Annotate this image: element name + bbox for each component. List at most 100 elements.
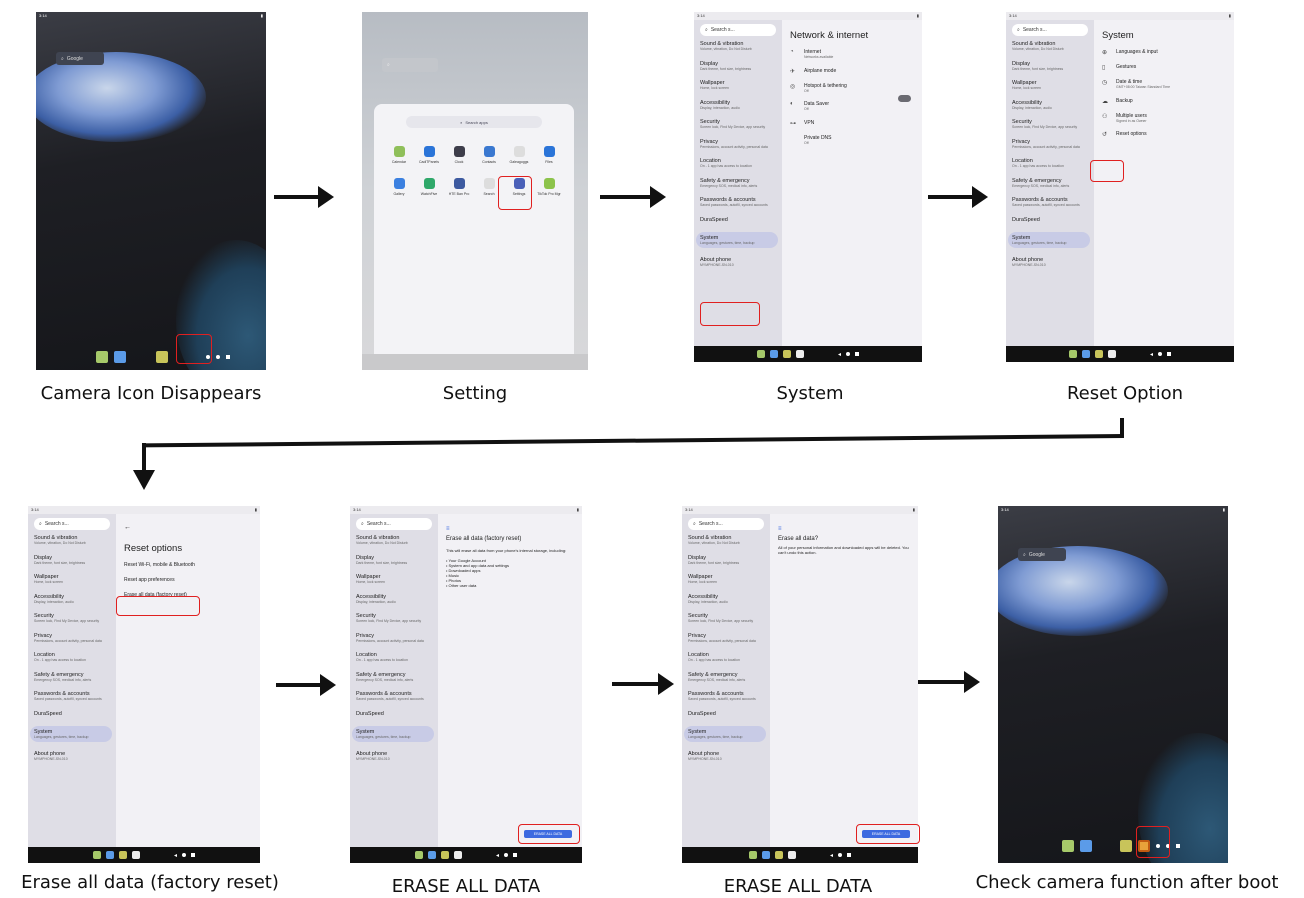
dock-app-icon[interactable] xyxy=(787,851,796,859)
sidebar-item[interactable]: Safety & emergency Emergency SOS, medical… xyxy=(700,178,776,189)
sidebar-item[interactable]: Privacy Permissions, account activity, pe… xyxy=(1012,139,1088,150)
dock-app-icon[interactable] xyxy=(427,851,436,859)
sidebar-item[interactable]: System Languages, gestures, time, backup xyxy=(1008,231,1090,248)
calendar-app-icon[interactable] xyxy=(1062,840,1074,852)
app-tile[interactable]: Clock xyxy=(444,146,474,164)
sidebar-item[interactable]: Accessibility Display, interaction, audio xyxy=(700,100,776,111)
google-search-bar[interactable]: ⌕ Google xyxy=(56,52,104,65)
app-tile[interactable]: Gallery xyxy=(384,178,414,196)
dock-app-icon[interactable] xyxy=(131,851,140,859)
nav-home-icon[interactable] xyxy=(838,853,842,857)
nav-recents-icon[interactable] xyxy=(847,853,851,857)
sidebar-item[interactable]: Sound & vibration Volume, vibration, Do N… xyxy=(688,535,764,546)
sidebar-item[interactable]: Accessibility Display, interaction, audio xyxy=(34,594,110,605)
dock-app-icon[interactable] xyxy=(453,851,462,859)
reset-option-row[interactable]: Reset Wi-Fi, mobile & Bluetooth xyxy=(124,562,252,568)
sidebar-item[interactable]: DuraSpeed xyxy=(700,217,776,223)
sidebar-item[interactable]: Security Screen lock, Find My Device, app… xyxy=(356,613,432,624)
dock-app-icon[interactable] xyxy=(1107,350,1116,358)
sidebar-item[interactable]: DuraSpeed xyxy=(356,711,432,717)
sidebar-item[interactable]: Display Dark theme, font size, brightness xyxy=(688,555,764,566)
nav-home-icon[interactable] xyxy=(1158,352,1162,356)
nav-recents-icon[interactable] xyxy=(855,352,859,356)
sidebar-item[interactable]: Display Dark theme, font size, brightness xyxy=(1012,61,1088,72)
sidebar-item[interactable]: Safety & emergency Emergency SOS, medical… xyxy=(688,672,764,683)
sidebar-item[interactable]: Location On - 1 app has access to locatio… xyxy=(34,652,110,663)
sidebar-item[interactable]: Safety & emergency Emergency SOS, medical… xyxy=(356,672,432,683)
app-tile[interactable]: Calendar xyxy=(384,146,414,164)
settings-row[interactable]: ◔ Internet Networks available xyxy=(790,49,914,60)
sidebar-item[interactable]: Wallpaper Home, lock screen xyxy=(356,574,432,585)
settings-search-field[interactable]: ⌕ Search s... xyxy=(700,24,776,36)
settings-search-field[interactable]: ⌕ Search s... xyxy=(34,518,110,530)
settings-row[interactable]: ▯ Gestures xyxy=(1102,64,1226,71)
settings-app-icon[interactable] xyxy=(156,351,168,363)
nav-home-icon[interactable] xyxy=(846,352,850,356)
nav-recents-icon[interactable] xyxy=(1176,844,1180,848)
airplane-toggle[interactable] xyxy=(898,95,911,102)
sidebar-item[interactable]: Passwords & accounts Saved passwords, aut… xyxy=(688,691,764,702)
nav-recents-icon[interactable] xyxy=(191,853,195,857)
google-search-bar[interactable]: ⌕ Google xyxy=(1018,548,1066,561)
nav-recents-icon[interactable] xyxy=(513,853,517,857)
sidebar-item[interactable]: System Languages, gestures, time, backup xyxy=(696,231,778,248)
nav-back-icon[interactable]: ◂ xyxy=(830,852,833,859)
app-tile[interactable]: Galeagoggs xyxy=(504,146,534,164)
gallery-app-icon[interactable] xyxy=(114,351,126,363)
sidebar-item[interactable]: About phone MYMPHONE-SN-010 xyxy=(1012,257,1088,268)
sidebar-item[interactable]: System Languages, gestures, time, backup xyxy=(30,725,112,742)
sidebar-item[interactable]: Display Dark theme, font size, brightness xyxy=(34,555,110,566)
dock-app-icon[interactable] xyxy=(774,851,783,859)
settings-row[interactable]: Private DNS Off xyxy=(790,135,914,146)
dock-app-icon[interactable] xyxy=(769,350,778,358)
sidebar-item[interactable]: About phone MYMPHONE-SN-010 xyxy=(688,751,764,762)
app-tile[interactable]: CadiTPanels xyxy=(414,146,444,164)
dock-app-icon[interactable] xyxy=(118,851,127,859)
sidebar-item[interactable]: System Languages, gestures, time, backup xyxy=(352,725,434,742)
sidebar-item[interactable]: Security Screen lock, Find My Device, app… xyxy=(688,613,764,624)
settings-row[interactable]: ☁ Backup xyxy=(1102,98,1226,105)
settings-search-field[interactable]: ⌕ Search s... xyxy=(1012,24,1088,36)
sidebar-item[interactable]: Wallpaper Home, lock screen xyxy=(34,574,110,585)
app-search-field[interactable]: ⌕ Search apps xyxy=(406,116,542,128)
settings-app-icon[interactable] xyxy=(1120,840,1132,852)
settings-row[interactable]: ✈ Airplane mode xyxy=(790,68,914,75)
settings-search-field[interactable]: ⌕ Search s... xyxy=(356,518,432,530)
settings-row[interactable]: ⚇ Multiple users Signed in as Owner xyxy=(1102,113,1226,124)
sidebar-item[interactable]: DuraSpeed xyxy=(34,711,110,717)
sidebar-item[interactable]: Sound & vibration Volume, vibration, Do N… xyxy=(1012,41,1088,52)
sidebar-item[interactable]: Sound & vibration Volume, vibration, Do N… xyxy=(356,535,432,546)
sidebar-item[interactable]: Accessibility Display, interaction, audio xyxy=(356,594,432,605)
sidebar-item[interactable]: Security Screen lock, Find My Device, app… xyxy=(700,119,776,130)
dock-app-icon[interactable] xyxy=(105,851,114,859)
app-tile[interactable]: Contacts xyxy=(474,146,504,164)
dock-app-icon[interactable] xyxy=(756,350,765,358)
nav-home-icon[interactable] xyxy=(504,853,508,857)
sidebar-item[interactable]: Security Screen lock, Find My Device, app… xyxy=(1012,119,1088,130)
sidebar-item[interactable]: Location On - 1 app has access to locatio… xyxy=(700,158,776,169)
sidebar-item[interactable]: Passwords & accounts Saved passwords, aut… xyxy=(356,691,432,702)
app-tile[interactable]: WatchFive xyxy=(414,178,444,196)
dock-app-icon[interactable] xyxy=(414,851,423,859)
sidebar-item[interactable]: About phone MYMPHONE-SN-010 xyxy=(34,751,110,762)
calendar-app-icon[interactable] xyxy=(96,351,108,363)
nav-recents-icon[interactable] xyxy=(1167,352,1171,356)
app-tile[interactable]: Files xyxy=(534,146,564,164)
dock-app-icon[interactable] xyxy=(1068,350,1077,358)
dock-app-icon[interactable] xyxy=(782,350,791,358)
settings-row[interactable]: ◎ Hotspot & tethering Off xyxy=(790,83,914,94)
sidebar-item[interactable]: Safety & emergency Emergency SOS, medical… xyxy=(34,672,110,683)
gallery-app-icon[interactable] xyxy=(1080,840,1092,852)
sidebar-item[interactable]: Wallpaper Home, lock screen xyxy=(700,80,776,91)
sidebar-item[interactable]: About phone MYMPHONE-SN-010 xyxy=(700,257,776,268)
sidebar-item[interactable]: Wallpaper Home, lock screen xyxy=(1012,80,1088,91)
settings-row[interactable]: ⊕ Languages & input xyxy=(1102,49,1226,56)
dock-app-icon[interactable] xyxy=(795,350,804,358)
nav-back-icon[interactable]: ◂ xyxy=(838,351,841,358)
dock-app-icon[interactable] xyxy=(1081,350,1090,358)
dock-app-icon[interactable] xyxy=(1094,350,1103,358)
settings-row[interactable]: ↺ Reset options xyxy=(1102,131,1226,138)
sidebar-item[interactable]: Accessibility Display, interaction, audio xyxy=(688,594,764,605)
dock-app-icon[interactable] xyxy=(761,851,770,859)
dock-app-icon[interactable] xyxy=(92,851,101,859)
